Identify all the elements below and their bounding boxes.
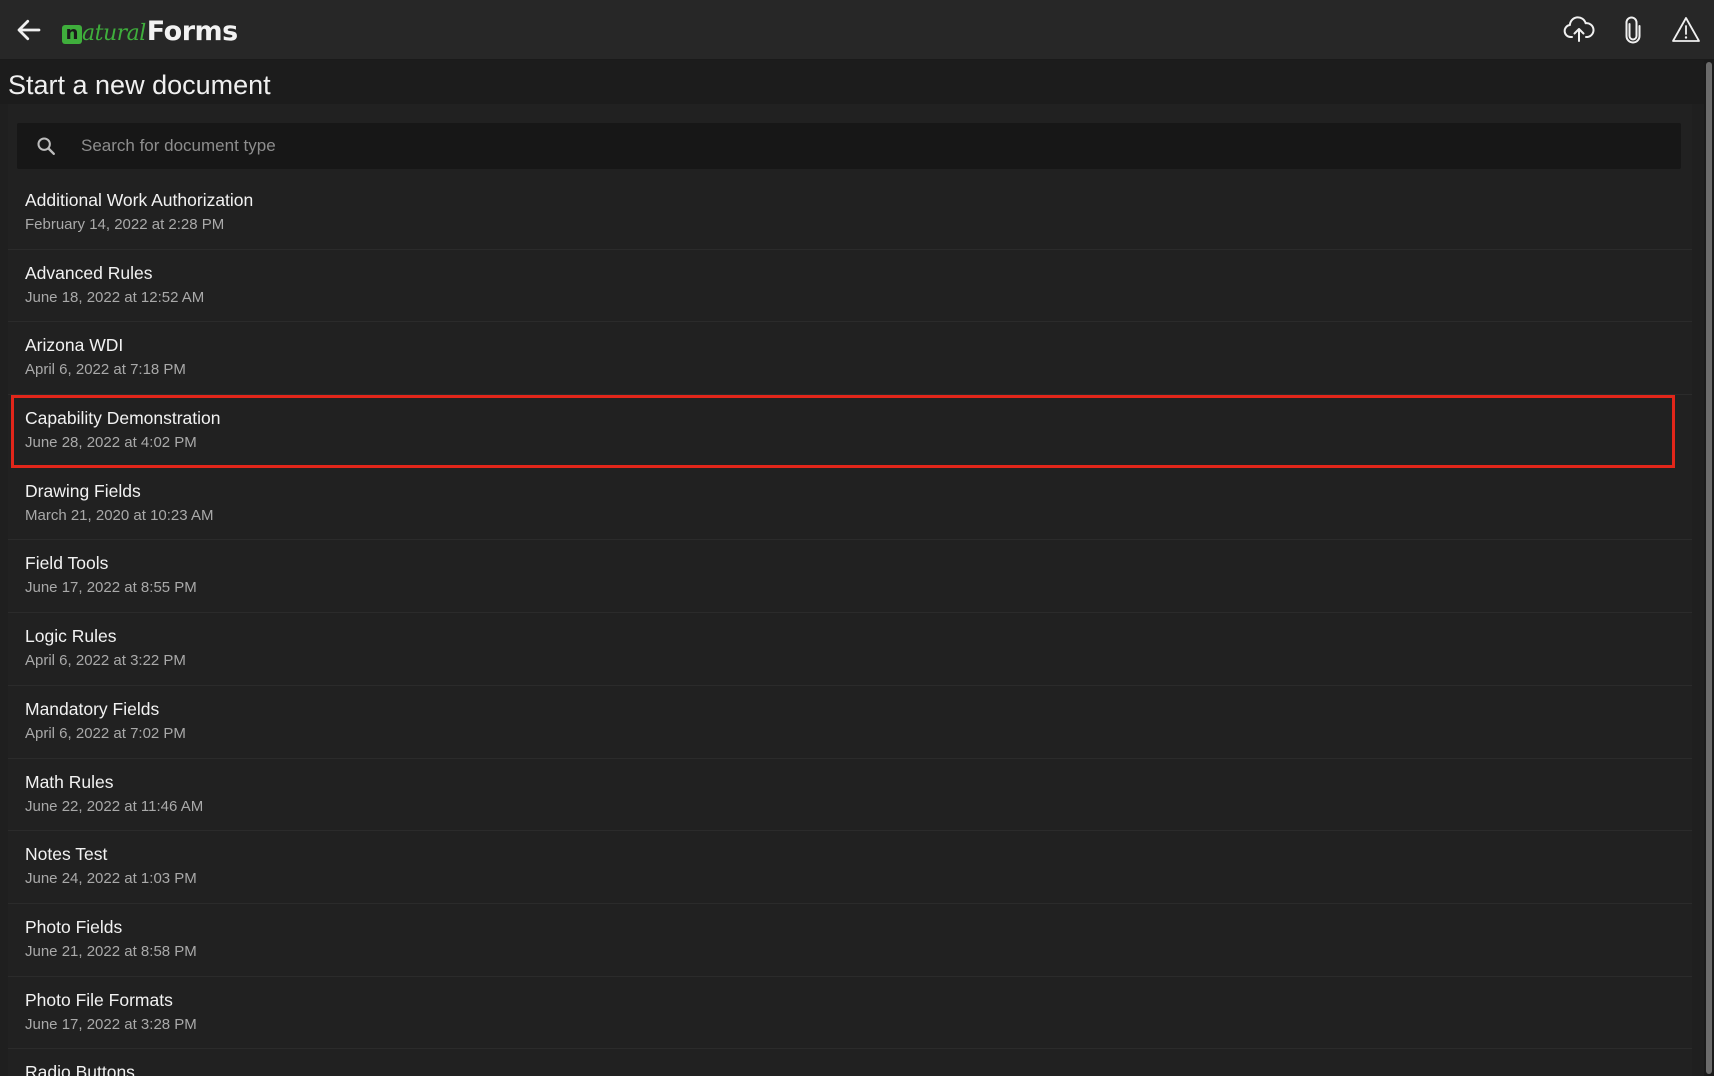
document-type-date: February 14, 2022 at 2:28 PM — [25, 216, 225, 233]
search-input[interactable] — [79, 123, 1669, 169]
document-type-name: Drawing Fields — [25, 480, 141, 501]
document-type-name: Capability Demonstration — [25, 408, 221, 429]
document-type-date: March 21, 2020 at 10:23 AM — [25, 506, 214, 524]
document-type-name: Radio Buttons — [25, 1062, 135, 1076]
document-type-date: June 22, 2022 at 11:46 AM — [25, 797, 204, 815]
document-type-name: Notes Test — [25, 844, 108, 865]
document-type-item[interactable]: Drawing Fields March 21, 2020 at 10:23 AM — [8, 468, 1692, 541]
document-type-item[interactable]: Additional Work Authorization February 14… — [8, 177, 1692, 250]
document-type-date: June 28, 2022 at 4:02 PM — [25, 434, 197, 452]
document-type-name: Field Tools — [25, 553, 109, 574]
document-type-date: April 6, 2022 at 3:22 PM — [25, 652, 186, 670]
back-arrow-icon[interactable] — [14, 15, 44, 45]
document-type-date: April 6, 2022 at 7:18 PM — [25, 361, 186, 379]
top-app-bar: n atural Forms — [0, 0, 1714, 60]
document-type-panel: Additional Work Authorization February 14… — [8, 104, 1692, 1076]
document-type-date: April 6, 2022 at 7:02 PM — [25, 724, 186, 742]
app-logo: n atural Forms — [62, 10, 238, 50]
page-title: Start a new document — [8, 70, 271, 100]
page-header: Start a new document — [0, 60, 1704, 104]
scrollbar-thumb[interactable] — [1706, 62, 1712, 1074]
document-type-date: June 21, 2022 at 8:58 PM — [25, 942, 197, 960]
document-type-date: June 17, 2022 at 3:28 PM — [25, 1015, 197, 1033]
document-type-item[interactable]: Mandatory Fields April 6, 2022 at 7:02 PM — [8, 686, 1692, 759]
document-type-name: Math Rules — [25, 771, 114, 792]
document-type-item[interactable]: Field Tools June 17, 2022 at 8:55 PM — [8, 540, 1692, 614]
warning-icon[interactable] — [1670, 14, 1702, 46]
document-type-item[interactable]: Photo File Formats June 17, 2022 at 3:28 … — [8, 977, 1692, 1050]
search-icon — [37, 137, 55, 155]
document-type-name: Arizona WDI — [25, 335, 124, 356]
paperclip-icon[interactable] — [1617, 14, 1649, 46]
document-type-item[interactable]: Math Rules June 22, 2022 at 11:46 AM — [8, 759, 1692, 832]
cloud-upload-icon[interactable] — [1563, 14, 1595, 46]
logo-badge: n — [62, 25, 82, 44]
logo-natural-text: atural — [82, 21, 146, 46]
document-type-name: Mandatory Fields — [25, 698, 160, 719]
logo-forms-text: Forms — [146, 16, 238, 47]
document-type-name: Additional Work Authorization — [25, 190, 254, 210]
document-type-list: Additional Work Authorization February 14… — [8, 177, 1692, 1076]
document-type-item[interactable]: Advanced Rules June 18, 2022 at 12:52 AM — [8, 250, 1692, 323]
search-bar[interactable] — [17, 123, 1681, 169]
document-type-item[interactable]: Logic Rules April 6, 2022 at 3:22 PM — [8, 613, 1692, 686]
document-type-item[interactable]: Radio Buttons — [8, 1049, 1692, 1076]
document-type-item[interactable]: Capability Demonstration June 28, 2022 at… — [11, 395, 1675, 468]
document-type-date: June 24, 2022 at 1:03 PM — [25, 870, 197, 888]
document-type-name: Photo Fields — [25, 916, 123, 937]
document-type-date: June 18, 2022 at 12:52 AM — [25, 288, 205, 306]
scrollbar[interactable] — [1704, 60, 1714, 1076]
document-type-date: June 17, 2022 at 8:55 PM — [25, 579, 197, 597]
document-type-item[interactable]: Photo Fields June 21, 2022 at 8:58 PM — [8, 904, 1692, 977]
document-type-name: Advanced Rules — [25, 262, 153, 283]
document-type-item[interactable]: Arizona WDI April 6, 2022 at 7:18 PM — [8, 322, 1692, 396]
document-type-name: Photo File Formats — [25, 989, 173, 1010]
document-type-name: Logic Rules — [25, 626, 117, 647]
document-type-item[interactable]: Notes Test June 24, 2022 at 1:03 PM — [8, 831, 1692, 904]
